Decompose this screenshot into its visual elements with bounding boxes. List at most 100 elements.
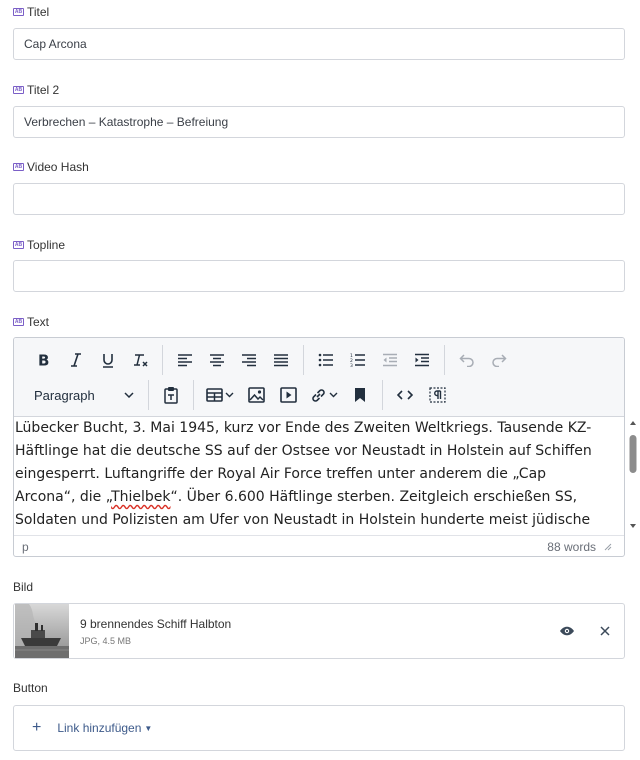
clear-formatting-button[interactable]: [124, 346, 156, 374]
plus-icon: +: [32, 719, 42, 736]
insert-image-button[interactable]: [240, 381, 272, 409]
remove-image-button[interactable]: [591, 617, 619, 645]
show-blocks-button[interactable]: [421, 381, 453, 409]
add-link-button[interactable]: + Link hinzufügen ▼: [32, 719, 152, 737]
word-count[interactable]: 88 words: [547, 540, 596, 554]
close-icon: [600, 626, 610, 636]
topline-label: AB Topline: [13, 238, 65, 252]
bookmark-icon: [355, 388, 365, 402]
media-icon: [279, 387, 297, 403]
italic-icon: [71, 353, 81, 367]
show-blocks-icon: [428, 387, 446, 403]
video-hash-input[interactable]: [13, 183, 625, 215]
chevron-down-icon: [124, 392, 134, 398]
paste-icon: [164, 387, 178, 404]
italic-button[interactable]: [60, 346, 92, 374]
outdent-button[interactable]: [374, 346, 406, 374]
toolbar-divider: [444, 345, 445, 375]
chevron-down-icon: [225, 392, 234, 398]
bullet-list-icon: [318, 353, 333, 367]
toolbar-divider: [303, 345, 304, 375]
title-label: AB Titel: [13, 5, 49, 19]
paste-as-text-button[interactable]: [155, 381, 187, 409]
resize-handle-icon[interactable]: [604, 543, 612, 551]
bookmark-button[interactable]: [344, 381, 376, 409]
text-label-text: Text: [27, 315, 50, 329]
link-icon: [312, 388, 325, 402]
indent-button[interactable]: [406, 346, 438, 374]
code-icon: [397, 390, 413, 400]
translatable-icon: AB: [13, 8, 24, 16]
translatable-icon: AB: [13, 163, 24, 171]
justify-button[interactable]: [265, 346, 297, 374]
svg-text:3: 3: [350, 363, 353, 367]
redo-icon: [492, 354, 507, 367]
toolbar-divider: [193, 380, 194, 410]
align-left-icon: [178, 354, 192, 367]
translatable-icon: AB: [13, 86, 24, 94]
clear-formatting-icon: [133, 353, 148, 367]
text-label: AB Text: [13, 315, 49, 329]
align-center-button[interactable]: [201, 346, 233, 374]
toolbar-divider: [148, 380, 149, 410]
topline-input[interactable]: [13, 260, 625, 292]
align-right-button[interactable]: [233, 346, 265, 374]
bullet-list-button[interactable]: [310, 346, 342, 374]
undo-button[interactable]: [451, 346, 483, 374]
eye-icon: [560, 626, 574, 636]
indent-icon: [415, 353, 429, 367]
numbered-list-icon: 123: [350, 353, 365, 367]
bold-button[interactable]: B: [28, 346, 60, 374]
title2-label: AB Titel 2: [13, 83, 59, 97]
image-icon: [247, 387, 265, 403]
translatable-icon: AB: [13, 241, 24, 249]
underline-button[interactable]: [92, 346, 124, 374]
svg-text:B: B: [38, 353, 49, 367]
align-right-icon: [242, 354, 256, 367]
link-button[interactable]: [304, 381, 344, 409]
block-format-value: Paragraph: [34, 387, 95, 403]
bold-icon: B: [38, 353, 49, 367]
numbered-list-button[interactable]: 123: [342, 346, 374, 374]
table-icon: [206, 388, 223, 402]
source-code-button[interactable]: [389, 381, 421, 409]
justify-icon: [274, 354, 288, 367]
editor-statusbar: p 88 words: [14, 535, 624, 556]
image-label: Bild: [13, 580, 34, 594]
title-label-text: Titel: [27, 5, 50, 19]
image-filename: 9 brennendes Schiff Halbton: [80, 616, 232, 631]
title-input[interactable]: [13, 28, 625, 60]
editor-scrollbar[interactable]: [628, 418, 638, 532]
undo-icon: [459, 354, 474, 367]
image-card: 9 brennendes Schiff Halbton JPG, 4.5 MB: [13, 603, 625, 659]
misspelled-word: Thielbek: [111, 489, 171, 505]
title2-label-text: Titel 2: [27, 83, 60, 97]
outdent-icon: [383, 353, 397, 367]
topline-label-text: Topline: [27, 238, 66, 252]
button-label: Button: [13, 681, 48, 695]
image-thumbnail: [15, 604, 69, 658]
rich-text-editor: B 1 2 3 Paragraph Lübecker Bucht, 3. Mai…: [13, 337, 625, 557]
align-center-icon: [210, 354, 224, 367]
preview-image-button[interactable]: [553, 617, 581, 645]
insert-media-button[interactable]: [272, 381, 304, 409]
button-field: + Link hinzufügen ▼: [13, 705, 625, 751]
video-hash-label-text: Video Hash: [27, 160, 89, 174]
toolbar-divider: [162, 345, 163, 375]
table-button[interactable]: [200, 381, 240, 409]
underline-icon: [103, 353, 113, 368]
image-fileinfo: JPG, 4.5 MB: [80, 635, 132, 646]
editor-toolbar: B 1 2 3 Paragraph: [14, 338, 624, 417]
toolbar-divider: [382, 380, 383, 410]
chevron-down-icon: [329, 392, 338, 398]
title2-input[interactable]: [13, 106, 625, 138]
caret-down-icon: ▼: [144, 723, 153, 733]
video-hash-label: AB Video Hash: [13, 160, 89, 174]
redo-button[interactable]: [483, 346, 515, 374]
element-path[interactable]: p: [22, 540, 29, 554]
add-link-label: Link hinzufügen: [57, 721, 142, 735]
block-format-select[interactable]: Paragraph: [24, 381, 142, 409]
align-left-button[interactable]: [169, 346, 201, 374]
editor-content[interactable]: Lübecker Bucht, 3. Mai 1945, kurz vor En…: [14, 417, 624, 535]
translatable-icon: AB: [13, 318, 24, 326]
